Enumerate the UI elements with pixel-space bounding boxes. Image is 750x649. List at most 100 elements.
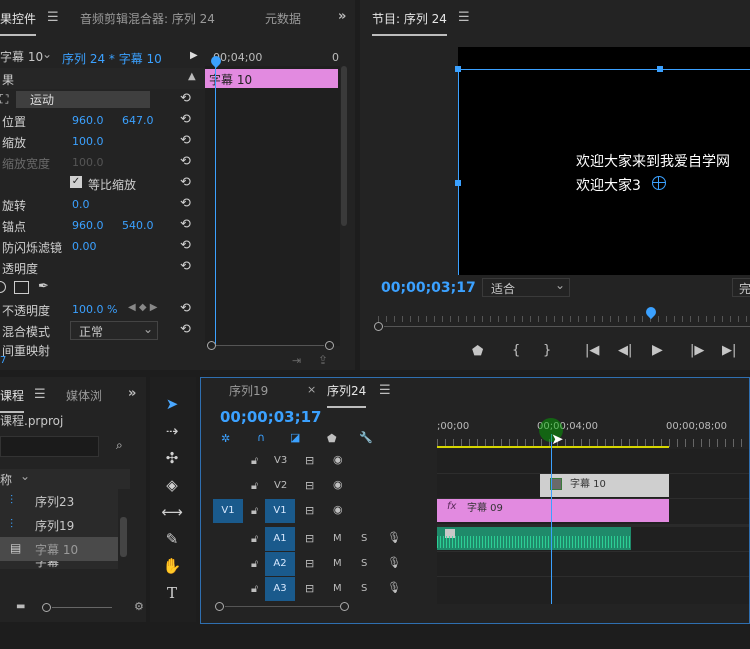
list-item-selected[interactable]: ▤ 字幕 10 (0, 537, 118, 561)
add-marker-icon[interactable]: ⬟ (327, 432, 337, 445)
opacity-value[interactable]: 100.0 % (72, 303, 117, 316)
track-target-a3[interactable]: A3 (265, 577, 295, 601)
zoom-handle-right[interactable] (325, 341, 334, 350)
tab-sequence-24[interactable]: 序列24 (327, 382, 367, 408)
name-column-header[interactable]: 称 ⌄ (0, 469, 130, 489)
reset-icon[interactable]: ⟲ (180, 175, 194, 190)
clip-v2-title[interactable]: 字幕 10 (540, 474, 669, 497)
sync-lock-icon[interactable]: ⊟ (305, 454, 314, 467)
list-view-icon[interactable]: ▬ (16, 601, 25, 612)
zoom-handle-left[interactable] (374, 322, 383, 331)
linked-selection-icon[interactable]: ◪ (290, 431, 300, 444)
clip-bar[interactable]: 字幕 10 (205, 69, 338, 88)
icon-size-slider[interactable] (42, 603, 112, 612)
selection-handle[interactable] (455, 66, 461, 72)
panel-menu-icon[interactable]: ☰ (458, 10, 470, 25)
lock-icon[interactable]: 🔓︎ (251, 582, 258, 596)
mute-button[interactable]: M (333, 533, 342, 544)
sync-lock-icon[interactable]: ⊟ (305, 479, 314, 492)
list-item[interactable]: ⫶ 序列19 (0, 513, 118, 537)
title-text-line1[interactable]: 欢迎大家来到我爱自学网 (576, 151, 730, 171)
reset-icon[interactable]: ⟲ (180, 217, 194, 232)
program-canvas[interactable]: 欢迎大家来到我爱自学网 欢迎大家3 (455, 47, 750, 275)
razor-tool-icon[interactable]: ◈ (158, 473, 186, 497)
project-scrollbar[interactable] (120, 517, 127, 557)
track-target-a2[interactable]: A2 (265, 552, 295, 576)
property-value[interactable]: 0.0 (72, 198, 90, 211)
pen-mask-icon[interactable]: ✒ (38, 279, 49, 294)
tab-media-browser[interactable]: 媒体浏 (66, 387, 102, 404)
mute-button[interactable]: M (333, 558, 342, 569)
tab-audio-mixer[interactable]: 音频剪辑混合器: 序列 24 (80, 10, 215, 27)
anchor-crosshair-icon[interactable] (652, 176, 666, 190)
sync-lock-icon[interactable]: ⊟ (305, 582, 314, 595)
hand-tool-icon[interactable]: ✋ (158, 554, 186, 578)
zoom-handle-left[interactable] (207, 341, 216, 350)
microphone-icon[interactable]: 🎙︎ (387, 581, 401, 594)
lock-icon[interactable]: 🔓︎ (251, 532, 258, 546)
reset-icon[interactable]: ⟲ (180, 154, 194, 169)
solo-button[interactable]: S (361, 533, 367, 544)
mark-out-icon[interactable]: } (543, 343, 551, 358)
play-triangle-icon[interactable]: ▶ (190, 50, 198, 61)
eye-icon[interactable]: ◉ (333, 478, 343, 491)
fit-select[interactable]: 适合 ⌄ (482, 278, 570, 297)
slider-thumb[interactable] (42, 603, 51, 612)
mark-in-icon[interactable]: { (512, 343, 520, 358)
source-patch-v1[interactable]: V1 (213, 499, 243, 523)
zoom-handle-right[interactable] (340, 602, 349, 611)
property-value-y[interactable]: 647.0 (122, 114, 154, 127)
settings-icon[interactable]: ⚙ (134, 600, 144, 613)
project-search-input[interactable] (0, 436, 99, 457)
clip-a1-audio[interactable] (437, 527, 631, 550)
property-value[interactable]: 100.0 (72, 135, 104, 148)
panel-menu-icon[interactable]: ☰ (379, 383, 391, 398)
reset-icon[interactable]: ⟲ (180, 91, 194, 106)
property-value-y[interactable]: 540.0 (122, 219, 154, 232)
clip-v1-title[interactable]: fx 字幕 09 (437, 499, 669, 522)
track-target-v1[interactable]: V1 (265, 499, 295, 523)
tab-effect-controls[interactable]: 果控件 (0, 10, 37, 36)
reset-icon[interactable]: ⟲ (180, 133, 194, 148)
blend-mode-select[interactable]: 正常 ⌄ (70, 321, 158, 340)
panel-menu-icon[interactable]: ☰ (34, 387, 46, 402)
selection-tool-icon[interactable]: ➤ (158, 392, 186, 416)
sync-lock-icon[interactable]: ⊟ (305, 557, 314, 570)
panel-menu-icon[interactable]: ☰ (47, 10, 59, 25)
step-back-icon[interactable]: ◀| (618, 343, 632, 358)
collapse-up-icon[interactable]: ▲ (188, 71, 196, 82)
sequence-clip-path[interactable]: 序列 24 * 字幕 10 (62, 50, 162, 67)
property-value-x[interactable]: 960.0 (72, 114, 104, 127)
reset-icon[interactable]: ⟲ (180, 238, 194, 253)
list-item[interactable]: 字幕 (0, 561, 118, 569)
slip-tool-icon[interactable]: ⟷ (158, 500, 186, 524)
tab-sequence-19[interactable]: 序列19 (229, 382, 268, 399)
wrench-icon[interactable]: 🔧 (359, 431, 373, 444)
lock-icon[interactable]: 🔓︎ (251, 557, 258, 571)
snap-icon[interactable]: ✲ (221, 432, 230, 445)
lock-icon[interactable]: 🔓︎ (251, 479, 258, 493)
tab-metadata[interactable]: 元数据 (265, 10, 301, 27)
overflow-icon[interactable]: » (128, 386, 136, 401)
effect-scrollbar[interactable] (341, 66, 347, 226)
microphone-icon[interactable]: 🎙︎ (387, 531, 401, 544)
go-to-in-icon[interactable]: |◀ (585, 343, 599, 358)
microphone-icon[interactable]: 🎙︎ (387, 556, 401, 569)
selection-handle[interactable] (657, 66, 663, 72)
export-icon[interactable]: ⇥ (292, 354, 301, 367)
reset-icon[interactable]: ⟲ (180, 301, 194, 316)
list-item[interactable]: ⫶ 序列23 (0, 489, 118, 513)
track-target-a1[interactable]: A1 (265, 527, 295, 551)
sync-lock-icon[interactable]: ⊟ (305, 504, 314, 517)
selection-handle[interactable] (455, 180, 461, 186)
reset-icon[interactable]: ⟲ (180, 322, 194, 337)
rectangle-mask-icon[interactable] (14, 281, 29, 294)
track-label[interactable]: V2 (274, 480, 287, 491)
ripple-edit-tool-icon[interactable]: ✣ (158, 446, 186, 470)
play-icon[interactable]: ▶ (652, 342, 663, 358)
close-icon[interactable]: × (307, 383, 316, 396)
title-text-line2[interactable]: 欢迎大家3 (576, 175, 641, 195)
new-bin-icon[interactable]: ⌕ (116, 438, 123, 453)
lock-icon[interactable]: 🔓︎ (251, 454, 258, 468)
step-forward-icon[interactable]: |▶ (690, 343, 704, 358)
